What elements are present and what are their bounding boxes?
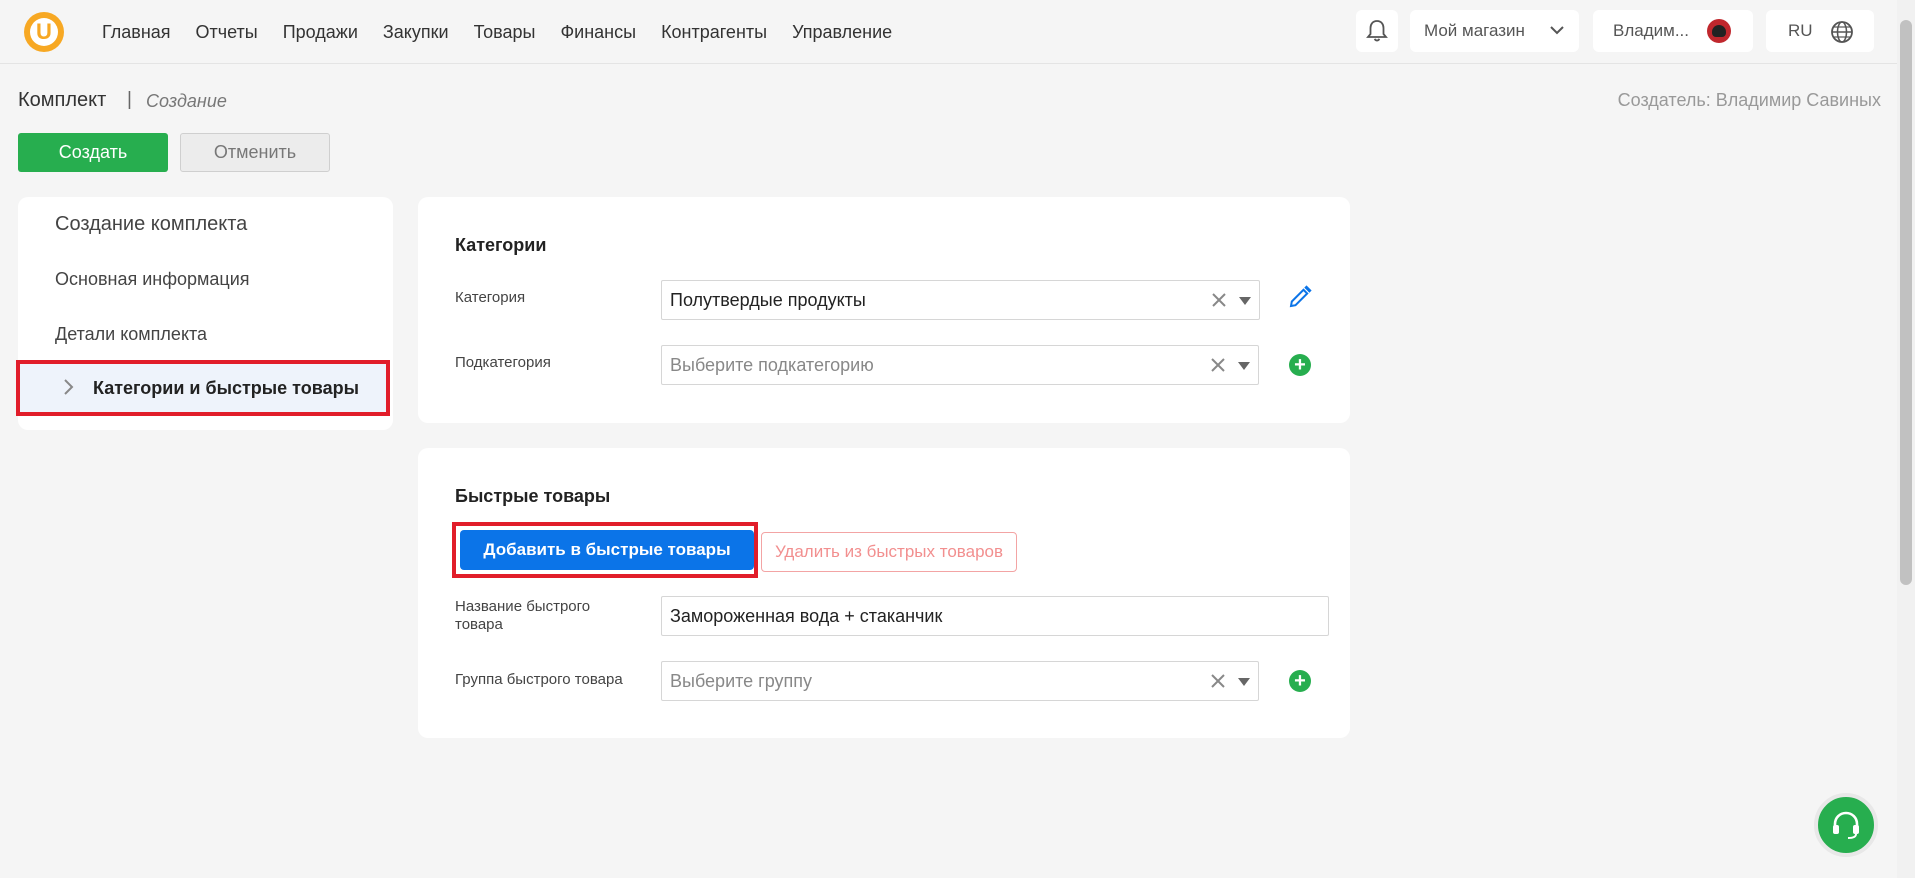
scrollbar-track[interactable] <box>1897 0 1915 878</box>
category-select[interactable]: Полутвердые продукты <box>661 280 1260 320</box>
main-nav: Главная Отчеты Продажи Закупки Товары Фи… <box>102 22 917 43</box>
nav-item-reports[interactable]: Отчеты <box>196 22 258 43</box>
chevron-down-icon <box>1550 26 1564 35</box>
bell-icon <box>1366 20 1388 42</box>
page-title: Комплект <box>18 89 107 111</box>
categories-section: Категории Категория Полутвердые продукты… <box>418 197 1350 423</box>
fast-product-group-placeholder: Выберите группу <box>670 670 813 691</box>
add-group-plus-icon[interactable]: + <box>1289 670 1311 692</box>
categories-heading: Категории <box>455 235 547 255</box>
add-subcategory-plus-icon[interactable]: + <box>1289 354 1311 376</box>
fast-product-name-label-line1: Название быстрого <box>455 598 591 615</box>
headset-icon <box>1833 811 1859 839</box>
sidebar-title: Создание комплекта <box>55 213 248 235</box>
clear-icon[interactable] <box>1210 673 1226 689</box>
creator-info: Создатель: Владимир Савиных <box>1617 90 1881 110</box>
caret-down-icon[interactable] <box>1239 297 1251 305</box>
clear-icon[interactable] <box>1210 357 1226 373</box>
nav-item-finance[interactable]: Финансы <box>560 22 636 43</box>
caret-down-icon[interactable] <box>1238 678 1250 686</box>
fast-product-name-label-line2: товара <box>455 616 503 633</box>
nav-item-purchases[interactable]: Закупки <box>383 22 449 43</box>
subcategory-select[interactable]: Выберите подкатегорию <box>661 345 1259 385</box>
support-chat-button[interactable] <box>1814 793 1878 857</box>
category-value: Полутвердые продукты <box>670 289 866 310</box>
language-code: RU <box>1788 21 1813 40</box>
subcategory-label: Подкатегория <box>455 354 551 371</box>
fast-product-name-value: Замороженная вода + стаканчик <box>670 605 943 626</box>
sidebar-item-categories[interactable]: Категории и быстрые товары <box>16 360 390 416</box>
page-subtitle: Создание <box>146 91 227 111</box>
add-button-highlight: Добавить в быстрые товары <box>452 522 758 578</box>
scrollbar-thumb[interactable] <box>1900 20 1912 585</box>
clear-icon[interactable] <box>1211 292 1227 308</box>
globe-icon <box>1831 21 1853 43</box>
fast-product-group-label: Группа быстрого товара <box>455 671 623 688</box>
store-name: Мой магазин <box>1424 21 1525 40</box>
sidebar-item-main-info[interactable]: Основная информация <box>55 269 250 290</box>
user-name: Владим... <box>1613 21 1689 40</box>
category-label: Категория <box>455 289 526 306</box>
cancel-button[interactable]: Отменить <box>180 133 330 172</box>
avatar <box>1707 19 1731 43</box>
fast-product-name-label: Название быстрого товара <box>455 598 590 634</box>
store-selector[interactable]: Мой магазин <box>1410 10 1579 52</box>
fast-products-heading: Быстрые товары <box>455 486 611 506</box>
sidebar-item-kit-details[interactable]: Детали комплекта <box>55 324 207 345</box>
fast-product-name-input[interactable]: Замороженная вода + стаканчик <box>661 596 1329 636</box>
nav-item-home[interactable]: Главная <box>102 22 171 43</box>
remove-from-fast-products-button[interactable]: Удалить из быстрых товаров <box>761 532 1017 572</box>
subcategory-placeholder: Выберите подкатегорию <box>670 354 874 375</box>
chevron-right-icon <box>64 379 74 395</box>
nav-item-sales[interactable]: Продажи <box>283 22 358 43</box>
nav-item-contractors[interactable]: Контрагенты <box>661 22 767 43</box>
breadcrumb-separator: | <box>127 89 132 110</box>
sidebar: Создание комплекта Основная информация Д… <box>16 197 393 430</box>
sidebar-item-label: Категории и быстрые товары <box>93 378 359 398</box>
avatar-face-icon <box>1712 25 1726 37</box>
fast-product-group-select[interactable]: Выберите группу <box>661 661 1259 701</box>
nav-item-management[interactable]: Управление <box>792 22 892 43</box>
caret-down-icon[interactable] <box>1238 362 1250 370</box>
app-logo[interactable]: U <box>24 12 64 52</box>
edit-pencil-icon[interactable] <box>1288 285 1312 309</box>
notifications-button[interactable] <box>1356 10 1398 52</box>
add-to-fast-products-button[interactable]: Добавить в быстрые товары <box>460 530 754 570</box>
nav-item-products[interactable]: Товары <box>474 22 536 43</box>
user-menu[interactable]: Владим... <box>1593 10 1753 52</box>
language-selector[interactable]: RU <box>1766 10 1874 52</box>
top-navigation-bar: U Главная Отчеты Продажи Закупки Товары … <box>0 0 1897 64</box>
create-button[interactable]: Создать <box>18 133 168 172</box>
fast-products-section: Быстрые товары Добавить в быстрые товары… <box>418 448 1350 738</box>
logo-icon: U <box>30 18 58 46</box>
